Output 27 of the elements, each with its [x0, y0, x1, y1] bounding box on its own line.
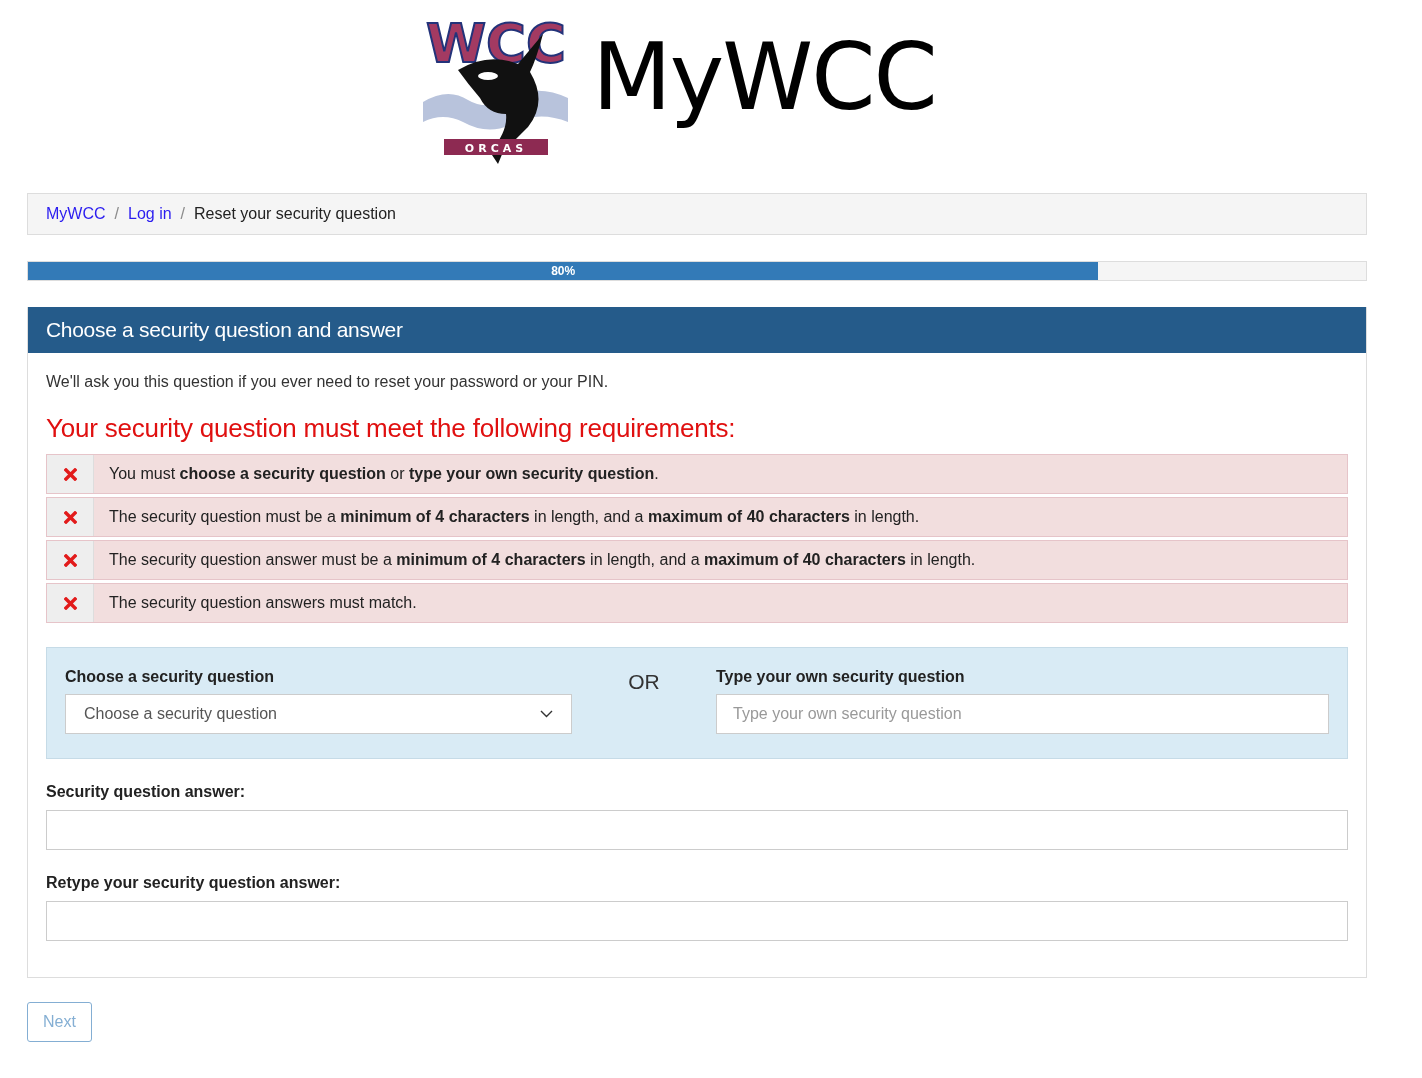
field-label: Type your own security question — [716, 668, 966, 686]
field-label: Choose a security question — [65, 668, 275, 686]
progress-label: 80% — [551, 264, 576, 278]
breadcrumb-separator: / — [179, 205, 187, 223]
logo-caption: ORCAS — [444, 139, 549, 155]
site-title: MyWCC — [592, 23, 936, 131]
requirement-text: The security question answers must match. — [108, 593, 417, 613]
answer-field[interactable] — [46, 810, 1348, 850]
breadcrumb-separator: / — [113, 205, 120, 223]
requirement-text: The security question answer must be a minimum of 4 characters in length, and a maximum of 40 characters in length. — [108, 550, 976, 570]
requirement-text: The security question must be a minimum of 4 characters in length, and a maximum of 40 characters in length. — [108, 507, 920, 527]
chevron-down-icon — [540, 710, 553, 718]
requirement-text: You must choose a security question or type your own security question. — [108, 464, 659, 484]
requirements-heading: Your security question must meet the following requirements: — [46, 413, 737, 444]
field-label: Security question answer: — [46, 783, 247, 801]
question-select[interactable]: Choose a security question — [65, 694, 572, 734]
retype-answer-field[interactable] — [46, 901, 1348, 941]
panel-title: Choose a security question and answer — [46, 318, 403, 342]
breadcrumb-link[interactable]: MyWCC — [46, 205, 106, 223]
field-label: Retype your security question answer: — [46, 874, 342, 892]
or-divider-text: OR — [627, 669, 661, 695]
breadcrumb-current: Reset your security question — [194, 205, 396, 223]
own-question-field[interactable]: Type your own security question — [716, 694, 1329, 734]
intro-text: We'll ask you this question if you ever need to reset your password or your PIN. — [46, 373, 610, 391]
select-placeholder: Choose a security question — [84, 705, 277, 723]
breadcrumb-link[interactable]: Log in — [128, 205, 172, 223]
logo-letters: WCC — [426, 12, 566, 75]
